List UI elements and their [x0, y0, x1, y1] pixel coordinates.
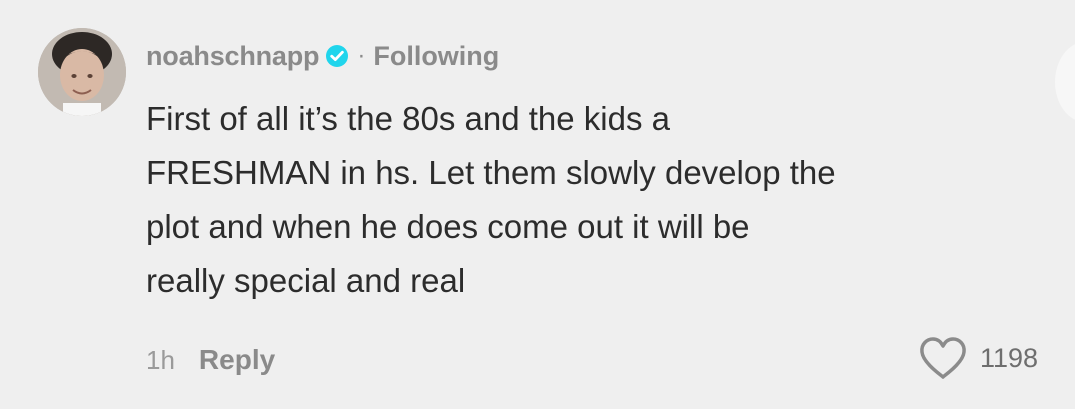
separator-dot: · — [357, 42, 366, 69]
heart-icon[interactable] — [918, 336, 968, 380]
comment-text-line: plot and when he does come out it will b… — [146, 208, 750, 245]
comment-text-line: FRESHMAN in hs. Let them slowly develop … — [146, 154, 836, 191]
following-status[interactable]: Following — [373, 41, 499, 72]
profile-photo-icon — [38, 28, 126, 116]
comment-header: noahschnapp · Following — [146, 38, 499, 74]
comment-text: First of all it’s the 80s and the kids a… — [146, 92, 1061, 308]
comment-text-line: First of all it’s the 80s and the kids a — [146, 100, 670, 137]
username-link[interactable]: noahschnapp — [146, 41, 320, 72]
comment-text-line: really special and real — [146, 262, 466, 299]
verified-badge-icon — [326, 45, 349, 67]
comment-footer: 1h Reply — [146, 342, 275, 378]
comment-time: 1h — [146, 344, 175, 375]
like-section[interactable]: 1198 — [918, 336, 1038, 380]
like-count: 1198 — [980, 342, 1039, 373]
comment-card: noahschnapp · Following First of all it’… — [0, 0, 1075, 409]
avatar[interactable] — [38, 28, 126, 116]
reply-button[interactable]: Reply — [199, 344, 275, 376]
